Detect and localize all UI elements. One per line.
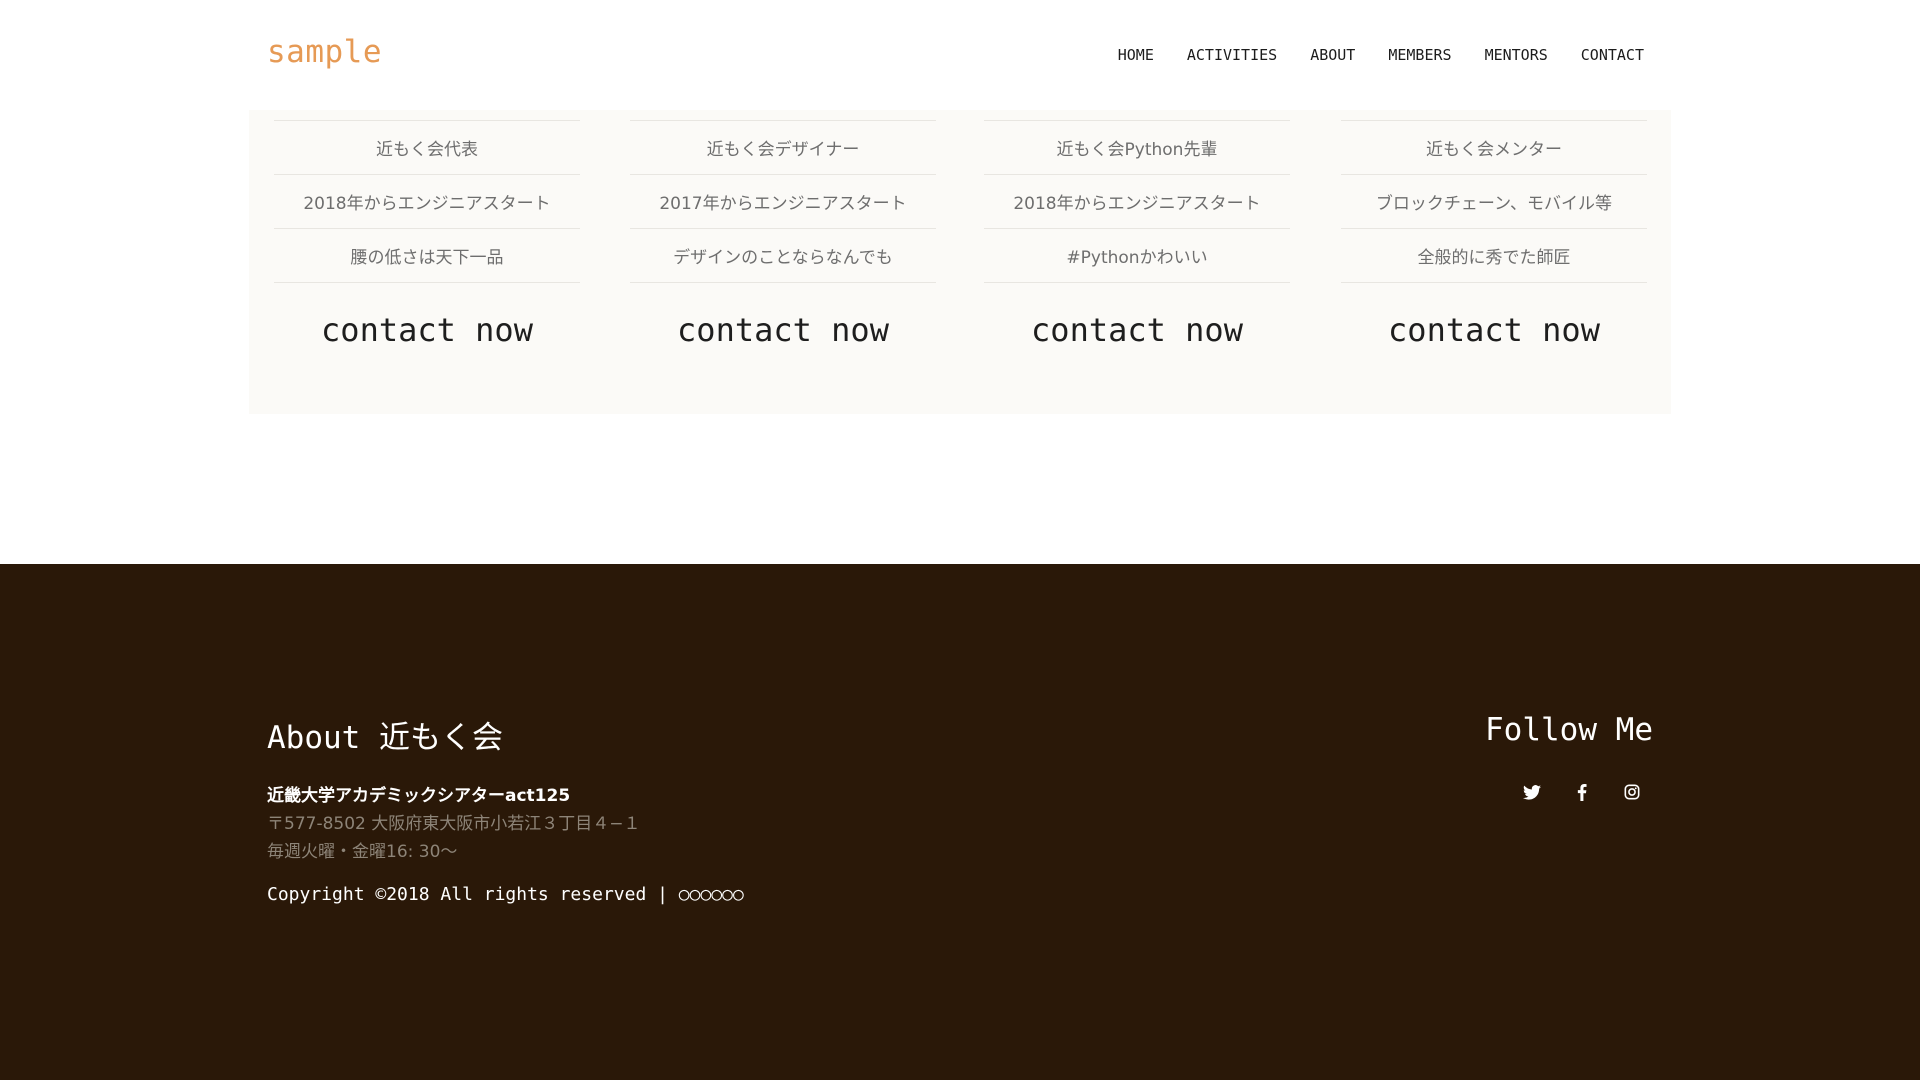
address-line: 〒577-8502 大阪府東大阪市小若江３丁目４−１ [267, 814, 641, 834]
address-block: 近畿大学アカデミックシアターact125 〒577-8502 大阪府東大阪市小若… [267, 782, 641, 866]
card-start: ブロックチェーン、モバイル等 [1341, 174, 1647, 228]
card-trait: 腰の低さは天下一品 [274, 228, 580, 283]
card-trait: デザインのことならなんでも [630, 228, 936, 283]
member-card: 近もく会デザイナー 2017年からエンジニアスタート デザインのことならなんでも… [630, 120, 936, 349]
facebook-icon[interactable] [1572, 782, 1592, 802]
contact-now-button[interactable]: contact now [984, 311, 1290, 349]
contact-now-button[interactable]: contact now [1341, 311, 1647, 349]
site-logo[interactable]: sample [267, 34, 382, 70]
member-card: 近もく会Python先輩 2018年からエンジニアスタート #Pythonかわい… [984, 120, 1290, 349]
about-title: About 近もく会 [267, 720, 503, 756]
contact-now-button[interactable]: contact now [630, 311, 936, 349]
card-start: 2017年からエンジニアスタート [630, 174, 936, 228]
instagram-icon[interactable] [1622, 782, 1642, 802]
members-cards: 近もく会代表 2018年からエンジニアスタート 腰の低さは天下一品 contac… [249, 110, 1671, 414]
nav-activities[interactable]: ACTIVITIES [1187, 46, 1277, 64]
nav-members[interactable]: MEMBERS [1388, 46, 1451, 64]
copyright: Copyright ©2018 All rights reserved | ○○… [267, 884, 744, 905]
schedule-line: 毎週火曜・金曜16: 30〜 [267, 842, 458, 862]
contact-now-button[interactable]: contact now [274, 311, 580, 349]
main-nav: HOME ACTIVITIES ABOUT MEMBERS MENTORS CO… [1118, 46, 1644, 64]
social-links [1522, 782, 1642, 802]
site-header: sample HOME ACTIVITIES ABOUT MEMBERS MEN… [0, 0, 1920, 110]
card-role: 近もく会メンター [1341, 120, 1647, 174]
twitter-icon[interactable] [1522, 782, 1542, 802]
site-footer: About 近もく会 近畿大学アカデミックシアターact125 〒577-850… [0, 564, 1920, 1080]
address-name: 近畿大学アカデミックシアターact125 [267, 786, 571, 806]
nav-home[interactable]: HOME [1118, 46, 1154, 64]
member-card: 近もく会メンター ブロックチェーン、モバイル等 全般的に秀でた師匠 contac… [1341, 120, 1647, 349]
card-role: 近もく会Python先輩 [984, 120, 1290, 174]
follow-title: Follow Me [1485, 712, 1653, 748]
card-start: 2018年からエンジニアスタート [984, 174, 1290, 228]
nav-contact[interactable]: CONTACT [1581, 46, 1644, 64]
nav-about[interactable]: ABOUT [1310, 46, 1355, 64]
card-role: 近もく会代表 [274, 120, 580, 174]
member-card: 近もく会代表 2018年からエンジニアスタート 腰の低さは天下一品 contac… [274, 120, 580, 349]
card-trait: #Pythonかわいい [984, 228, 1290, 283]
card-trait: 全般的に秀でた師匠 [1341, 228, 1647, 283]
nav-mentors[interactable]: MENTORS [1485, 46, 1548, 64]
card-role: 近もく会デザイナー [630, 120, 936, 174]
card-start: 2018年からエンジニアスタート [274, 174, 580, 228]
